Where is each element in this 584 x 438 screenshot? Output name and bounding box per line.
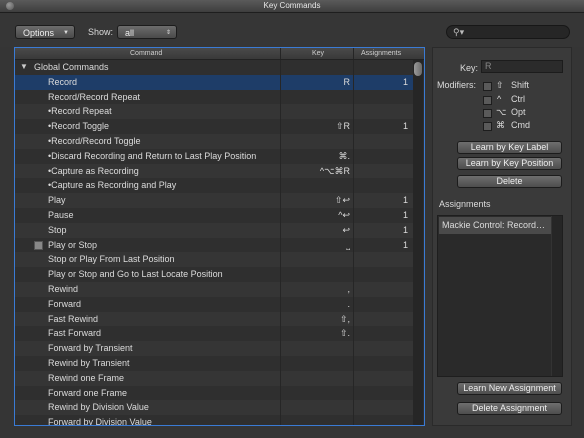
options-label: Options [23, 28, 55, 38]
command-key: , [347, 284, 350, 294]
show-value: all [125, 28, 135, 38]
cmd-symbol-icon: ⌘ [496, 120, 505, 130]
ctrl-label: Ctrl [511, 94, 525, 104]
updown-arrows-icon: ⇕ [165, 30, 171, 36]
command-assignment-count: 1 [402, 121, 408, 132]
cmd-checkbox[interactable] [483, 122, 492, 131]
command-key: ⇧R [335, 121, 350, 132]
command-name: Rewind by Division Value [48, 402, 149, 413]
command-name: Pause [48, 210, 74, 220]
key-label: Key: [460, 63, 479, 73]
command-key: R [343, 76, 351, 87]
opt-symbol-icon: ⌥ [496, 107, 507, 117]
command-assignment-count: 1 [402, 210, 408, 220]
assignment-item[interactable]: Mackie Control: Record… [439, 217, 552, 234]
delete-button[interactable]: Delete [457, 175, 562, 188]
command-name: •Discard Recording and Return to Last Pl… [48, 150, 257, 161]
command-key: ↩ [342, 224, 350, 235]
key-commands-window: Key Commands Options ▼ Show: all ⇕ ⚲▾ Co… [0, 0, 584, 438]
modifiers-label: Modifiers: [437, 80, 477, 90]
command-name: Forward by Division Value [48, 417, 152, 426]
command-key: ⇧↩ [334, 195, 350, 206]
column-divider [353, 60, 354, 425]
command-key: . [347, 298, 350, 309]
command-list[interactable]: Command Key Assignments ▼ Global Commands… [14, 47, 425, 426]
command-name: Play or Stop and Go to Last Locate Posit… [48, 269, 223, 280]
command-key: ⇧, [339, 313, 350, 324]
command-name: Forward by Transient [48, 343, 133, 354]
column-header-assignments[interactable]: Assignments [361, 48, 401, 59]
learn-by-key-position-button[interactable]: Learn by Key Position [457, 157, 562, 170]
command-key: ^⌥⌘R [319, 165, 350, 176]
command-name: Stop [48, 224, 67, 235]
command-name: Rewind by Transient [48, 358, 130, 368]
command-name: Play [48, 195, 66, 206]
column-header-key[interactable]: Key [312, 48, 324, 59]
command-name: •Record/Record Toggle [48, 136, 141, 146]
command-name: Rewind one Frame [48, 372, 125, 383]
show-select[interactable]: all ⇕ [117, 25, 177, 39]
column-divider [280, 60, 281, 425]
window-title: Key Commands [263, 1, 321, 10]
search-icon: ⚲▾ [453, 27, 465, 37]
command-name: •Record Repeat [48, 106, 112, 117]
list-header: Command Key Assignments [15, 48, 424, 60]
options-menu[interactable]: Options ▼ [15, 25, 75, 39]
scroll-thumb[interactable] [414, 62, 422, 76]
command-name: Record/Record Repeat [48, 91, 141, 102]
title-bar: Key Commands [0, 0, 584, 13]
command-name: Play or Stop [48, 239, 98, 250]
shift-symbol-icon: ⇧ [496, 80, 504, 90]
command-name: Forward [48, 298, 82, 309]
show-label: Show: [88, 27, 114, 37]
key-field[interactable]: R [481, 60, 563, 73]
command-name: Fast Rewind [48, 313, 99, 324]
command-name: Stop or Play From Last Position [48, 254, 175, 265]
cmd-label: Cmd [511, 120, 531, 130]
command-name: Fast Forward [48, 328, 102, 339]
assignments-title: Assignments [439, 199, 491, 209]
delete-assignment-button[interactable]: Delete Assignment [457, 402, 562, 415]
command-name: Rewind [48, 284, 79, 294]
command-status-icon [34, 240, 43, 250]
opt-label: Opt [511, 107, 526, 117]
learn-by-key-label-button[interactable]: Learn by Key Label [457, 141, 562, 154]
command-name: Forward one Frame [48, 387, 128, 398]
command-assignment-count: 1 [402, 195, 408, 206]
command-name: •Record Toggle [48, 121, 110, 132]
ctrl-symbol-icon: ^ [497, 94, 502, 104]
shift-label: Shift [511, 80, 530, 90]
assignments-list[interactable]: Mackie Control: Record… [437, 215, 563, 377]
command-key: ^↩ [338, 210, 350, 220]
command-key: ⌘. [338, 150, 350, 161]
column-header-command[interactable]: Command [130, 48, 162, 59]
command-assignment-count: 1 [402, 224, 408, 235]
command-name: Record [48, 76, 78, 87]
command-key: ⎵ [346, 239, 350, 250]
close-icon[interactable] [6, 2, 14, 10]
ctrl-checkbox[interactable] [483, 96, 492, 105]
search-field[interactable]: ⚲▾ [446, 25, 570, 39]
learn-new-assignment-button[interactable]: Learn New Assignment [457, 382, 562, 395]
command-key: ⇧. [339, 328, 350, 339]
opt-checkbox[interactable] [483, 109, 492, 118]
command-assignment-count: 1 [402, 239, 408, 250]
command-name: •Capture as Recording and Play [48, 180, 177, 191]
assignments-scrollbar[interactable] [551, 216, 562, 376]
command-assignment-count: 1 [402, 76, 408, 87]
command-name: Global Commands [34, 62, 109, 72]
shift-checkbox[interactable] [483, 82, 492, 91]
chevron-down-icon: ▼ [63, 30, 69, 36]
vertical-scrollbar[interactable] [413, 60, 423, 425]
disclosure-triangle-icon[interactable]: ▼ [20, 60, 28, 75]
command-name: •Capture as Recording [48, 165, 139, 176]
